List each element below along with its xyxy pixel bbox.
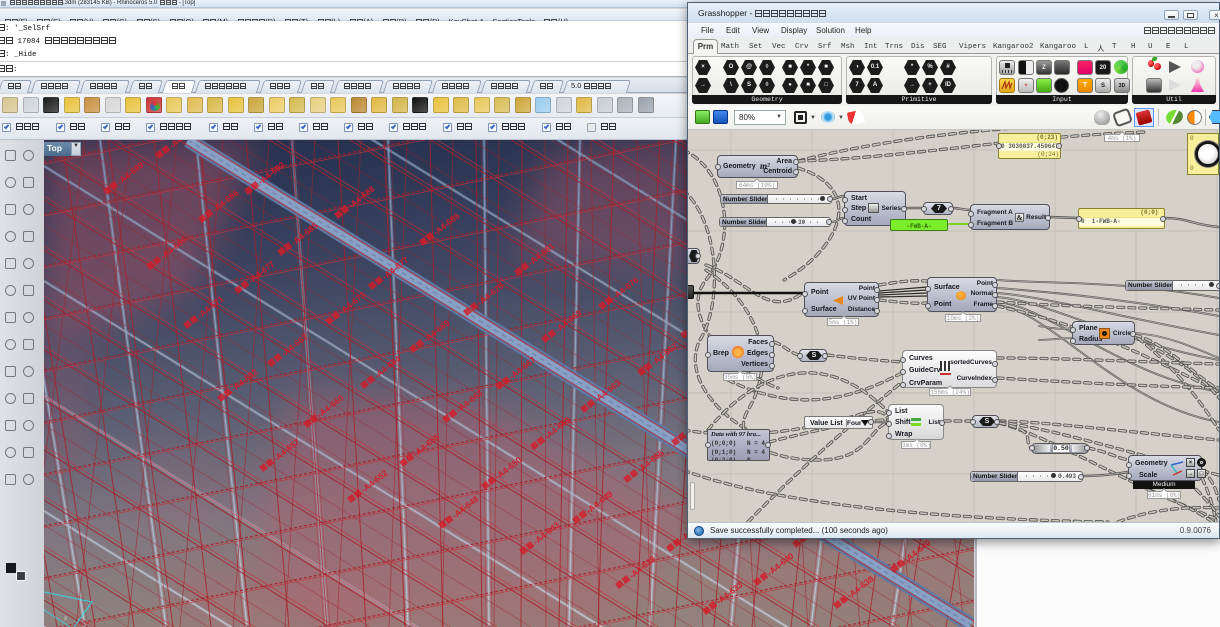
svg-text:x: x xyxy=(64,616,67,622)
